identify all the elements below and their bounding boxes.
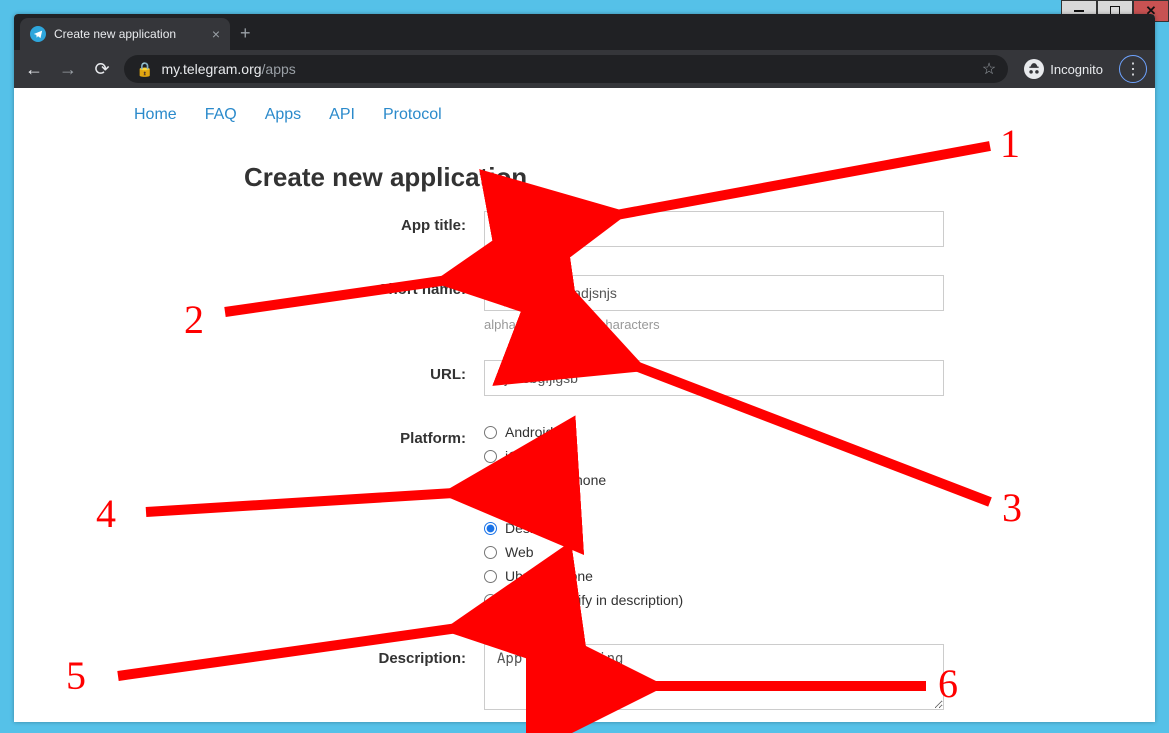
platform-radio[interactable] xyxy=(484,498,497,511)
browser-menu-button[interactable]: ⋮ xyxy=(1119,55,1147,83)
annotation-num-1: 1 xyxy=(1000,120,1020,167)
platform-label: Desktop xyxy=(505,520,556,536)
address-bar[interactable]: 🔒 my.telegram.org/apps ☆ xyxy=(124,55,1008,83)
platform-option[interactable]: BlackBerry xyxy=(484,496,944,512)
platform-radio[interactable] xyxy=(484,474,497,487)
annotation-num-4: 4 xyxy=(96,490,116,537)
platform-radio[interactable] xyxy=(484,450,497,463)
browser-tab[interactable]: Create new application × xyxy=(20,18,230,50)
nav-faq[interactable]: FAQ xyxy=(205,106,237,124)
site-nav: Home FAQ Apps API Protocol xyxy=(14,98,1141,138)
browser-toolbar: ← → ⟳ 🔒 my.telegram.org/apps ☆ Incognito… xyxy=(14,50,1155,88)
back-button[interactable]: ← xyxy=(22,59,46,80)
bookmark-star-icon[interactable]: ☆ xyxy=(982,59,996,79)
platform-option[interactable]: Ubuntu phone xyxy=(484,568,944,584)
nav-protocol[interactable]: Protocol xyxy=(383,106,442,124)
platform-radio-group: Android iOS Windows Phone BlackBerry Desktop… xyxy=(484,424,944,608)
url-input[interactable] xyxy=(484,360,944,396)
lock-icon: 🔒 xyxy=(136,61,153,78)
nav-apps[interactable]: Apps xyxy=(265,106,301,124)
tab-close-icon[interactable]: × xyxy=(212,26,220,42)
short-name-hint: alphanumeric, 5-32 characters xyxy=(484,317,944,332)
platform-option[interactable]: Windows Phone xyxy=(484,472,944,488)
annotation-num-5: 5 xyxy=(66,652,86,699)
short-name-input[interactable] xyxy=(484,275,944,311)
page-viewport: Home FAQ Apps API Protocol Create new ap… xyxy=(14,88,1141,722)
platform-option[interactable]: Web xyxy=(484,544,944,560)
annotation-num-2: 2 xyxy=(184,296,204,343)
platform-option[interactable]: Other (specify in description) xyxy=(484,592,944,608)
label-platform: Platform: xyxy=(14,424,484,447)
tab-title: Create new application xyxy=(54,27,176,41)
nav-api[interactable]: API xyxy=(329,106,355,124)
label-short-name: Short name: xyxy=(14,275,484,298)
annotation-num-3: 3 xyxy=(1002,484,1022,531)
url-host: my.telegram.org xyxy=(161,61,261,77)
platform-label: Android xyxy=(505,424,553,440)
platform-option[interactable]: Desktop xyxy=(484,520,944,536)
nav-home[interactable]: Home xyxy=(134,106,177,124)
platform-label: Web xyxy=(505,544,534,560)
platform-radio[interactable] xyxy=(484,570,497,583)
label-app-title: App title: xyxy=(14,211,484,234)
url-path: /apps xyxy=(262,61,296,77)
description-input[interactable] xyxy=(484,644,944,710)
incognito-indicator[interactable]: Incognito xyxy=(1018,59,1109,79)
platform-label: Other (specify in description) xyxy=(505,592,683,608)
incognito-icon xyxy=(1024,59,1044,79)
platform-radio[interactable] xyxy=(484,594,497,607)
platform-radio[interactable] xyxy=(484,426,497,439)
annotation-num-6: 6 xyxy=(938,660,958,707)
url-text: my.telegram.org/apps xyxy=(161,61,295,77)
browser-window: Create new application × + ← → ⟳ 🔒 my.te… xyxy=(14,14,1155,722)
platform-radio[interactable] xyxy=(484,522,497,535)
incognito-label: Incognito xyxy=(1050,62,1103,77)
new-tab-button[interactable]: + xyxy=(240,23,251,44)
telegram-favicon-icon xyxy=(30,26,46,42)
platform-option[interactable]: Android xyxy=(484,424,944,440)
forward-button[interactable]: → xyxy=(56,59,80,80)
reload-button[interactable]: ⟳ xyxy=(90,59,114,80)
label-url: URL: xyxy=(14,360,484,383)
platform-label: BlackBerry xyxy=(505,496,573,512)
tab-strip: Create new application × + xyxy=(14,14,1155,50)
platform-label: iOS xyxy=(505,448,528,464)
platform-option[interactable]: iOS xyxy=(484,448,944,464)
platform-label: Ubuntu phone xyxy=(505,568,593,584)
platform-label: Windows Phone xyxy=(505,472,606,488)
app-title-input[interactable] xyxy=(484,211,944,247)
platform-radio[interactable] xyxy=(484,546,497,559)
